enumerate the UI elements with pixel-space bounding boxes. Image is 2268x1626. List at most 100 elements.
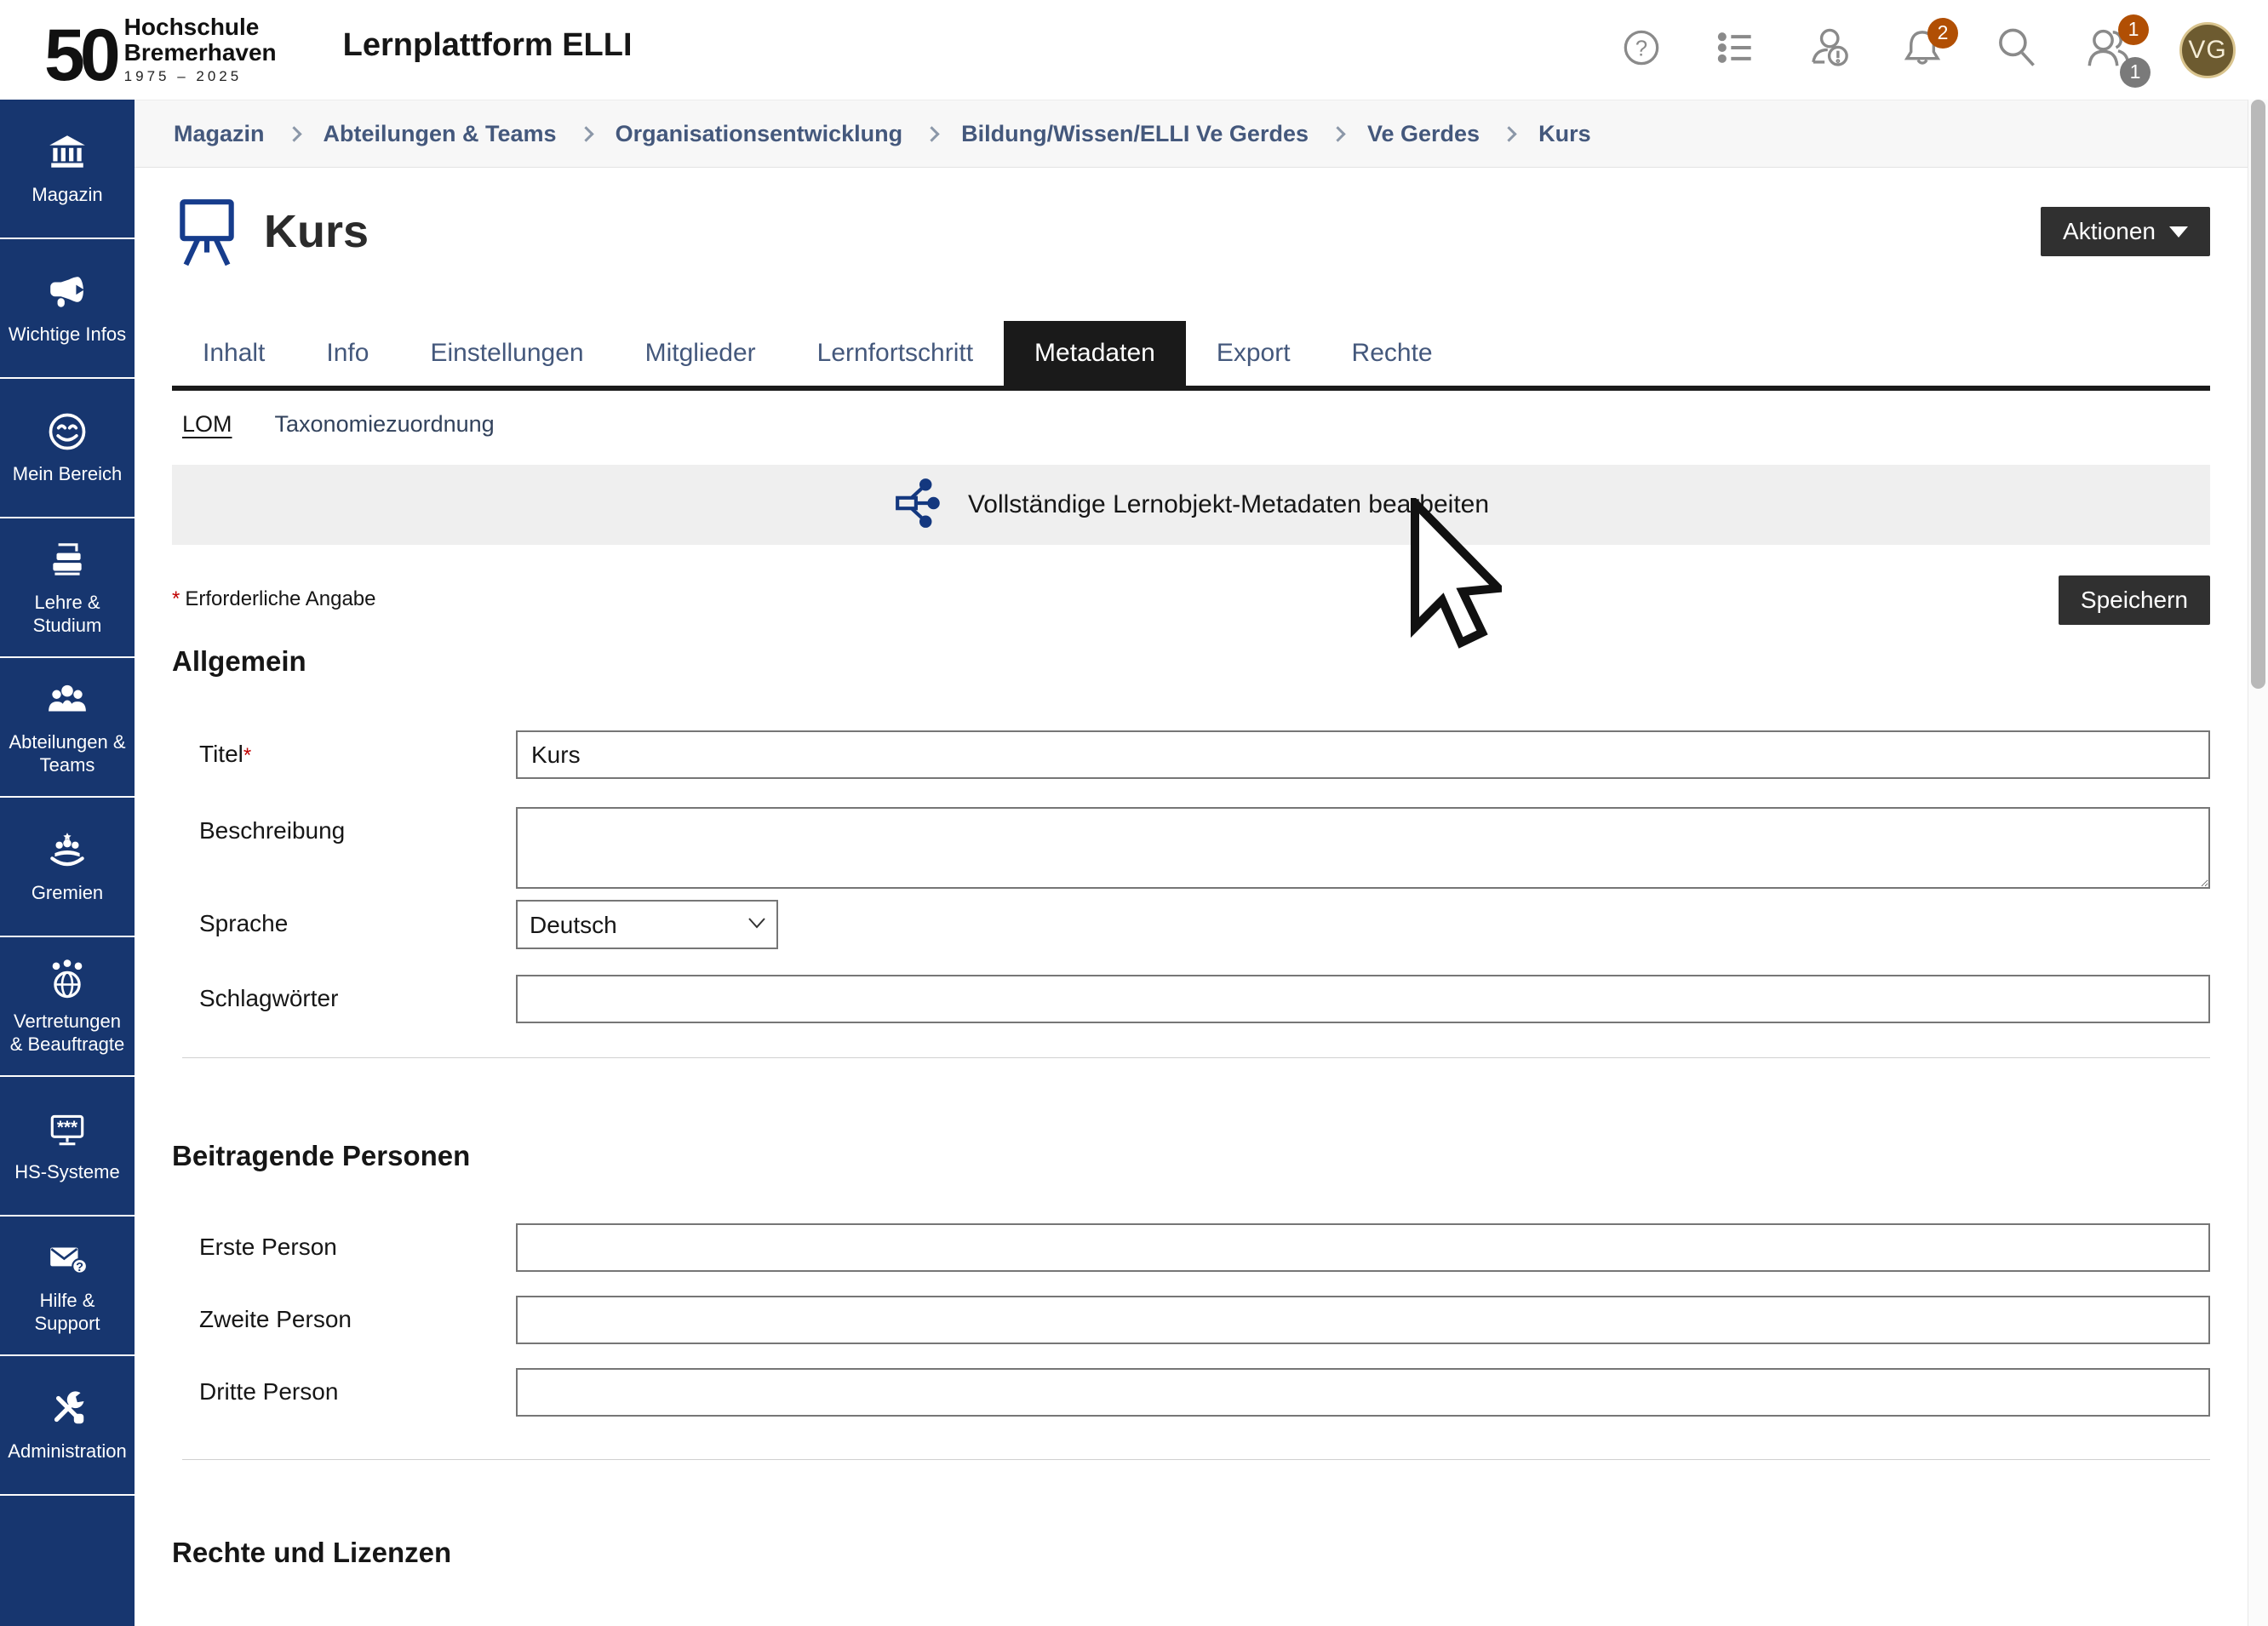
sidebar-item-gremien[interactable]: Gremien	[0, 798, 135, 937]
sidebar-item-hs-systeme[interactable]: *** HS-Systeme	[0, 1077, 135, 1217]
erste-person-input[interactable]	[516, 1223, 2210, 1272]
required-note: *Erforderliche Angabe	[172, 575, 376, 611]
chevron-right-icon	[286, 126, 301, 141]
tab-underline	[172, 386, 2210, 391]
course-board-icon	[172, 195, 242, 268]
tab-info[interactable]: Info	[295, 321, 399, 386]
section-heading-allgemein: Allgemein	[172, 645, 2210, 678]
megaphone-icon	[43, 270, 92, 314]
sprache-select[interactable]: Deutsch	[516, 900, 778, 949]
section-divider	[182, 1057, 2210, 1058]
chevron-right-icon	[924, 126, 939, 141]
sidebar-item-magazin[interactable]: Magazin	[0, 100, 135, 239]
section-heading-rechte: Rechte und Lizenzen	[172, 1537, 2210, 1569]
breadcrumb-item[interactable]: Ve Gerdes	[1367, 121, 1480, 147]
globe-people-icon	[43, 957, 92, 1001]
sidebar-label: Mein Bereich	[13, 462, 122, 486]
sidebar-label: Lehre & Studium	[5, 591, 129, 638]
breadcrumb-item[interactable]: Organisationsentwicklung	[616, 121, 903, 147]
sidebar-label: Gremien	[32, 881, 103, 905]
schlagwoerter-label: Schlagwörter	[199, 975, 516, 1012]
titel-input[interactable]	[516, 730, 2210, 779]
scrollbar-thumb[interactable]	[2251, 100, 2265, 689]
awareness-button[interactable]	[1805, 26, 1853, 74]
search-button[interactable]	[1992, 26, 2040, 74]
edit-full-metadata-banner[interactable]: Vollständige Lernobjekt-Metadaten bearbe…	[172, 465, 2210, 545]
page-title: Kurs	[264, 205, 369, 258]
save-button[interactable]: Speichern	[2059, 575, 2210, 625]
main-area: Magazin Abteilungen & Teams Organisation…	[135, 100, 2248, 1626]
person-alert-icon	[1804, 23, 1853, 77]
header-icon-bar: ? 2 1 1	[1618, 0, 2236, 100]
flyout-menu-button[interactable]	[1711, 26, 1759, 74]
breadcrumb-item[interactable]: Bildung/Wissen/ELLI Ve Gerdes	[961, 121, 1309, 147]
smiley-icon	[43, 409, 92, 454]
page-content: Kurs Aktionen Inhalt Info Einstellungen …	[135, 195, 2248, 1626]
university-logo[interactable]: 50 Hochschule Bremerhaven 1975 – 2025	[44, 14, 277, 85]
tab-rechte[interactable]: Rechte	[1321, 321, 1463, 386]
actions-button-label: Aktionen	[2063, 218, 2156, 245]
sidebar-item-administration[interactable]: Administration	[0, 1356, 135, 1496]
notification-badge: 2	[1927, 18, 1958, 49]
help-icon: ?	[1618, 24, 1665, 76]
sidebar-label: Vertretungen & Beauftragte	[5, 1010, 129, 1056]
chevron-right-icon	[578, 126, 593, 141]
actions-button[interactable]: Aktionen	[2041, 207, 2210, 256]
tab-lernfortschritt[interactable]: Lernfortschritt	[787, 321, 1004, 386]
subtab-taxonomiezuordnung[interactable]: Taxonomiezuordnung	[275, 411, 495, 438]
banner-label: Vollständige Lernobjekt-Metadaten bearbe…	[968, 490, 1489, 519]
sidebar-item-wichtige-infos[interactable]: Wichtige Infos	[0, 239, 135, 379]
sidebar-item-abteilungen-teams[interactable]: Abteilungen & Teams	[0, 658, 135, 798]
svg-text:?: ?	[76, 1261, 83, 1274]
breadcrumb-item[interactable]: Abteilungen & Teams	[324, 121, 557, 147]
chevron-right-icon	[1501, 126, 1516, 141]
svg-text:?: ?	[1635, 37, 1647, 60]
avatar[interactable]: VG	[2179, 22, 2236, 78]
tools-icon	[43, 1387, 92, 1431]
tab-inhalt[interactable]: Inhalt	[172, 321, 295, 386]
notifications-button[interactable]: 2	[1899, 26, 1946, 74]
zweite-person-input[interactable]	[516, 1296, 2210, 1344]
top-header: 50 Hochschule Bremerhaven 1975 – 2025 Le…	[0, 0, 2268, 100]
books-icon	[43, 538, 92, 582]
subtab-lom[interactable]: LOM	[182, 411, 232, 438]
sidebar-item-vertretungen-beauftragte[interactable]: Vertretungen & Beauftragte	[0, 937, 135, 1077]
beschreibung-textarea[interactable]	[516, 807, 2210, 889]
main-sidebar: Magazin Wichtige Infos Mein Bereich Lehr…	[0, 100, 135, 1626]
svg-text:***: ***	[57, 1118, 78, 1137]
app-title: Lernplattform ELLI	[343, 27, 633, 64]
caret-down-icon	[2169, 226, 2188, 238]
schlagwoerter-input[interactable]	[516, 975, 2210, 1023]
breadcrumb: Magazin Abteilungen & Teams Organisation…	[135, 100, 2248, 168]
tab-einstellungen[interactable]: Einstellungen	[399, 321, 614, 386]
tab-metadaten[interactable]: Metadaten	[1004, 321, 1186, 386]
sprache-label: Sprache	[199, 900, 516, 937]
sidebar-label: Administration	[8, 1440, 126, 1463]
sidebar-item-mein-bereich[interactable]: Mein Bereich	[0, 379, 135, 518]
subtab-bar: LOM Taxonomiezuordnung	[172, 411, 2210, 438]
breadcrumb-item-current[interactable]: Kurs	[1538, 121, 1591, 147]
required-asterisk: *	[243, 744, 251, 767]
logo-line2: Bremerhaven	[124, 40, 277, 65]
titel-label: Titel*	[199, 730, 516, 768]
contacts-button[interactable]: 1 1	[2086, 26, 2133, 74]
help-button[interactable]: ?	[1618, 26, 1665, 74]
tab-mitglieder[interactable]: Mitglieder	[615, 321, 787, 386]
people-group-icon	[43, 678, 92, 722]
metadata-tree-icon	[893, 477, 946, 534]
monitor-icon: ***	[43, 1108, 92, 1152]
dritte-person-input[interactable]	[516, 1368, 2210, 1417]
sidebar-item-hilfe-support[interactable]: ? Hilfe & Support	[0, 1217, 135, 1356]
erste-person-label: Erste Person	[199, 1223, 516, 1261]
vertical-scrollbar[interactable]	[2248, 100, 2268, 1626]
tab-export[interactable]: Export	[1186, 321, 1321, 386]
sidebar-label: Wichtige Infos	[9, 323, 126, 346]
sidebar-label: Magazin	[32, 183, 102, 207]
bullet-list-icon	[1711, 24, 1759, 76]
zweite-person-label: Zweite Person	[199, 1296, 516, 1333]
save-button-label: Speichern	[2081, 587, 2188, 614]
beschreibung-label: Beschreibung	[199, 807, 516, 844]
sidebar-item-lehre-studium[interactable]: Lehre & Studium	[0, 518, 135, 658]
logo-line1: Hochschule	[124, 14, 277, 39]
breadcrumb-item[interactable]: Magazin	[174, 121, 265, 147]
